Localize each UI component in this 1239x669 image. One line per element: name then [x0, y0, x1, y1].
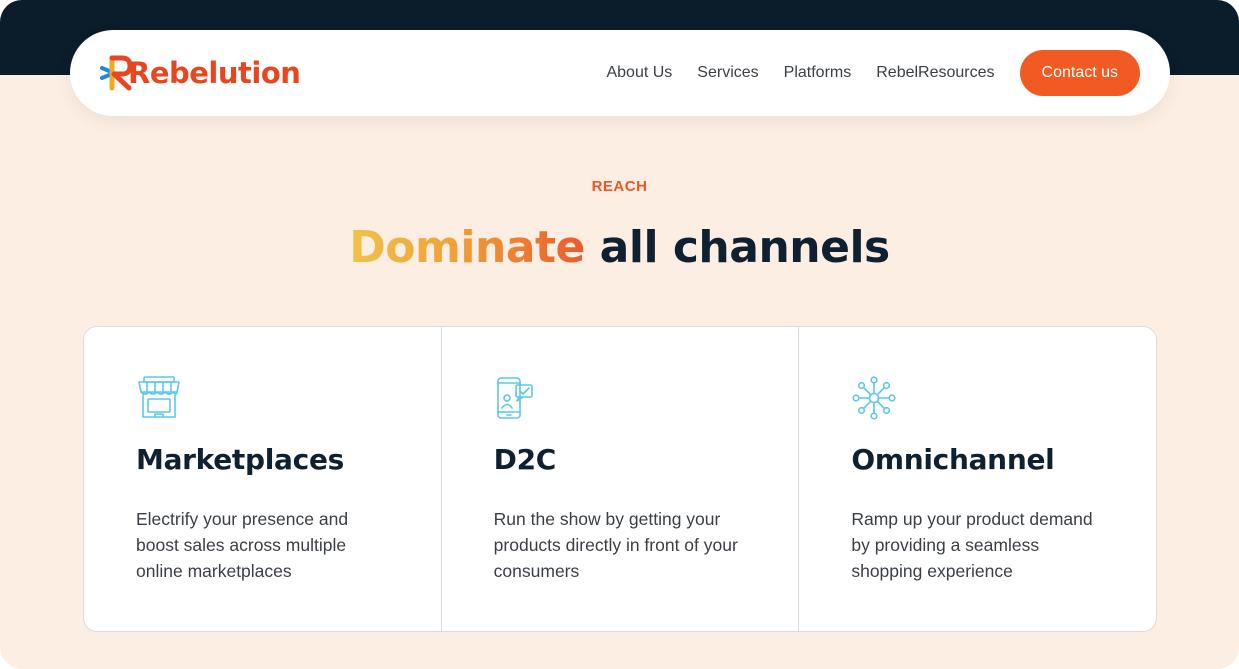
contact-us-button[interactable]: Contact us: [1019, 50, 1140, 96]
card-title: Omnichannel: [851, 443, 1055, 476]
nav-about-us[interactable]: About Us: [606, 64, 672, 82]
card-description: Run the show by getting your products di…: [493, 509, 738, 581]
mobile-checkmark-icon: [496, 377, 533, 419]
card-description: Electrify your presence and boost sales …: [136, 509, 349, 581]
storefront-icon: [138, 376, 180, 418]
headline-rest: all channels: [584, 222, 891, 273]
nav-services[interactable]: Services: [697, 64, 758, 82]
section-eyebrow: REACH: [591, 178, 648, 195]
card-title: D2C: [493, 443, 557, 476]
card-description: Ramp up your product demand by providing…: [851, 509, 1093, 581]
card-d2c: D2C Run the show by getting your product…: [442, 327, 800, 631]
card-marketplaces: Marketplaces Electrify your presence and…: [84, 327, 442, 631]
brand-name: Rebelution: [128, 56, 301, 90]
headline-highlight: Dominate: [349, 222, 585, 273]
section-headline: Dominate all channels: [0, 222, 1239, 273]
card-omnichannel: Omnichannel Ramp up your product demand …: [799, 327, 1156, 631]
card-title: Marketplaces: [136, 443, 344, 476]
nav-rebelresources[interactable]: RebelResources: [876, 64, 994, 82]
network-hub-icon: [852, 376, 896, 420]
navbar: Rebelution About Us Services Platforms R…: [70, 30, 1170, 116]
main-nav: About Us Services Platforms RebelResourc…: [581, 50, 1140, 96]
nav-platforms[interactable]: Platforms: [784, 64, 852, 82]
logo[interactable]: Rebelution: [100, 53, 301, 93]
page: Rebelution About Us Services Platforms R…: [0, 0, 1239, 669]
channel-cards: Marketplaces Electrify your presence and…: [83, 326, 1157, 632]
